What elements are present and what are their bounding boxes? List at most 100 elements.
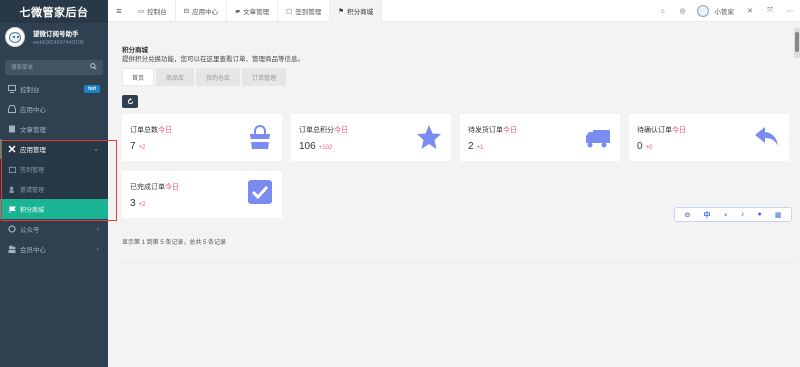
stat-delta: +1 xyxy=(476,145,484,151)
sidebar-item-label: 邀请管理 xyxy=(20,187,45,194)
link-icon[interactable]: ⊖ xyxy=(685,211,691,219)
tab-label: 签到管理 xyxy=(295,8,322,16)
today-label: 今日 xyxy=(334,127,348,134)
tab-articles[interactable]: ▰ 文章管理 xyxy=(227,0,279,22)
divider xyxy=(122,262,794,263)
sidebar-item-label: 公众号 xyxy=(20,227,40,234)
book-icon: ▰ xyxy=(235,7,241,15)
chevron-left-icon: ‹ xyxy=(96,225,99,233)
stat-card-completed: 已完成订单今日 3 +2 xyxy=(122,171,282,218)
stat-label: 待发货订单 xyxy=(468,127,503,134)
sidebar-submenu: 签到管理 邀请管理 积分商城 xyxy=(0,159,108,219)
tab-app-center[interactable]: ⊟ 应用中心 xyxy=(176,0,228,22)
users-icon xyxy=(8,245,16,253)
stat-card-total-points: 订单总积分今日 106 +102 xyxy=(291,114,451,161)
tab-warehouse[interactable]: 我的仓库 xyxy=(196,68,241,86)
user-name[interactable]: 小管家 xyxy=(715,6,735,16)
hot-badge: hot xyxy=(84,85,100,93)
dots-icon[interactable]: ∘ xyxy=(724,211,728,219)
sidebar-item-label: 应用中心 xyxy=(20,107,46,114)
today-label: 今日 xyxy=(165,184,179,191)
stat-value: 106 xyxy=(299,141,316,152)
today-label: 今日 xyxy=(672,127,686,134)
flag-icon: ⚑ xyxy=(338,7,345,15)
reply-arrow-icon xyxy=(755,127,778,146)
sidebar-item-app-center[interactable]: 应用中心 xyxy=(0,99,108,119)
stat-value: 7 xyxy=(130,141,136,152)
inbox-icon: ⊟ xyxy=(183,7,190,15)
refresh-button[interactable] xyxy=(122,95,138,108)
inbox-icon xyxy=(8,105,16,113)
user-icon[interactable]: ● xyxy=(758,211,762,218)
more-icon[interactable]: ⋯ xyxy=(780,7,800,15)
sidebar-item-official-account[interactable]: 公众号 ‹ xyxy=(0,219,108,239)
stat-label: 待确认订单 xyxy=(637,127,672,134)
truck-icon xyxy=(586,130,610,148)
brand-title: 七微管家后台 xyxy=(0,0,108,23)
language-toggle[interactable]: 中 xyxy=(703,210,710,220)
calendar-icon xyxy=(8,165,16,173)
tab-checkin[interactable]: ▢ 签到管理 xyxy=(278,0,331,22)
shopping-bag-icon xyxy=(250,125,270,149)
search-input[interactable] xyxy=(5,60,103,75)
sidebar-item-label: 文章管理 xyxy=(20,127,46,134)
sidebar-item-app-manage[interactable]: 应用管理 ⌄ xyxy=(0,139,108,159)
stat-delta: +2 xyxy=(138,145,146,151)
wechat-icon[interactable]: ◎ xyxy=(673,7,693,15)
tab-label: 文章管理 xyxy=(243,8,270,16)
search-icon[interactable] xyxy=(90,63,97,70)
topbar: ≡ ▭ 控制台 ⊟ 应用中心 ▰ 文章管理 ▢ 签到管理 ⚑ 积分商城 ⌂ ◎ 小管家 ✕… xyxy=(108,0,800,22)
stat-card-pending-shipment: 待发货订单今日 2 +1 xyxy=(460,114,620,161)
sidebar-item-points-mall[interactable]: 积分商城 xyxy=(0,199,108,219)
stat-card-total-orders: 订单总数今日 7 +2 xyxy=(122,114,282,161)
tab-points-mall[interactable]: ⚑ 积分商城 xyxy=(330,0,383,22)
search-box xyxy=(5,60,103,75)
sidebar: 七微管家后台 望微订阅号助手 wxb59f24697449196 控制台 hot… xyxy=(0,0,108,367)
grid-icon[interactable]: ▦ xyxy=(775,211,782,219)
sidebar-item-checkin[interactable]: 签到管理 xyxy=(0,159,108,179)
sidebar-item-label: 应用管理 xyxy=(20,147,46,154)
sidebar-item-invite[interactable]: 邀请管理 xyxy=(0,179,108,199)
scrollbar[interactable] xyxy=(794,28,800,58)
chevron-down-icon: ⌄ xyxy=(93,146,99,153)
user-avatar[interactable] xyxy=(693,5,713,17)
circle-icon xyxy=(8,225,16,233)
profile-name[interactable]: 望微订阅号助手 xyxy=(33,28,79,38)
stat-delta: +2 xyxy=(138,202,146,208)
avatar[interactable] xyxy=(5,27,25,47)
stat-value: 2 xyxy=(468,141,474,152)
stat-label: 已完成订单 xyxy=(130,184,165,191)
gear-icon xyxy=(8,145,16,153)
stat-card-pending-confirm: 待确认订单今日 0 +0 xyxy=(629,114,789,161)
sidebar-item-console[interactable]: 控制台 hot xyxy=(0,79,108,99)
sidebar-item-member-center[interactable]: 会员中心 ‹ xyxy=(0,239,108,259)
monitor-icon: ▭ xyxy=(138,7,145,15)
sidebar-item-label: 会员中心 xyxy=(20,247,46,254)
menu-toggle-icon[interactable]: ≡ xyxy=(108,6,130,16)
sidebar-item-label: 签到管理 xyxy=(20,167,45,174)
floating-toolbar: ⊖ 中 ∘ ♪ ● ▦ xyxy=(674,207,792,222)
tab-label: 控制台 xyxy=(147,8,167,16)
stat-delta: +0 xyxy=(645,145,653,151)
check-square-icon xyxy=(248,180,272,204)
microphone-icon[interactable]: ♪ xyxy=(741,211,745,218)
star-icon xyxy=(417,125,441,149)
content-tabs: 首页 商品库 我的仓库 订单管理 xyxy=(122,68,288,86)
users-icon xyxy=(8,185,16,193)
tab-label: 应用中心 xyxy=(192,8,219,16)
tab-home[interactable]: 首页 xyxy=(122,68,155,86)
stat-label: 订单总数 xyxy=(130,127,158,134)
pagination-info: 显示第 1 到第 5 条记录，总共 5 条记录 xyxy=(122,240,227,246)
tab-goods[interactable]: 商品库 xyxy=(156,68,195,86)
sidebar-item-articles[interactable]: 文章管理 xyxy=(0,119,108,139)
sidebar-item-label: 控制台 xyxy=(20,87,40,94)
tab-console[interactable]: ▭ 控制台 xyxy=(130,0,176,22)
tab-orders[interactable]: 订单管理 xyxy=(242,68,287,86)
monitor-icon xyxy=(8,85,16,93)
chevron-left-icon: ‹ xyxy=(96,245,99,253)
home-icon[interactable]: ⌂ xyxy=(653,8,673,15)
sidebar-item-label: 积分商城 xyxy=(20,207,45,214)
calendar-icon: ▢ xyxy=(286,7,293,15)
fullscreen-icon[interactable]: ⤧ xyxy=(760,7,780,15)
close-icon[interactable]: ✕ xyxy=(740,7,760,15)
